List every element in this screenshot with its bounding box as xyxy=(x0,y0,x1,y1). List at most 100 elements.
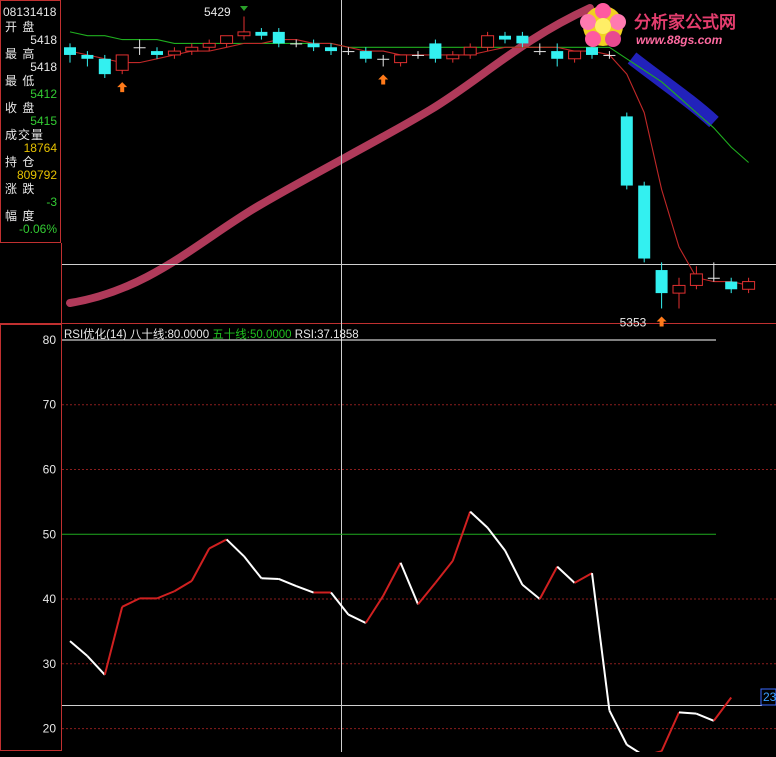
candle-body xyxy=(620,116,633,186)
quote-label: 开 盘 xyxy=(5,20,36,34)
candle xyxy=(481,31,495,52)
candle-body xyxy=(463,46,477,56)
quote-value: 809792 xyxy=(16,168,57,182)
quote-label: 涨 跌 xyxy=(5,182,36,196)
candle xyxy=(307,39,320,52)
quote-value: -0.06% xyxy=(18,222,57,236)
rsi-tick-label: 30 xyxy=(43,657,57,671)
candle-body xyxy=(185,46,199,52)
rsi-segment xyxy=(538,566,559,600)
rsi-tick-label: 70 xyxy=(43,398,57,412)
candle xyxy=(64,43,76,63)
candle-body xyxy=(412,54,424,56)
rsi-segment xyxy=(69,640,89,657)
rsi-segment xyxy=(521,584,541,600)
quote-label: 最 高 xyxy=(5,47,36,61)
candle-body xyxy=(603,54,616,56)
candle xyxy=(499,31,511,44)
candle xyxy=(742,277,756,294)
candle-body xyxy=(272,31,285,44)
rsi-tick-label: 20 xyxy=(43,722,57,736)
candle xyxy=(255,28,268,40)
candle-body xyxy=(237,31,251,37)
quote-label: 最 低 xyxy=(5,74,36,88)
quote-value: 5418 xyxy=(30,33,57,47)
quote-date: 08131418 xyxy=(3,5,57,19)
candle xyxy=(133,39,146,55)
rsi-segment xyxy=(696,712,715,722)
rsi-segment xyxy=(591,572,611,711)
rsi-param: 五十线:50.0000 xyxy=(212,327,294,341)
candle-body xyxy=(638,185,651,259)
candle xyxy=(533,43,546,55)
candle xyxy=(725,277,738,294)
rsi-segment xyxy=(626,743,645,757)
rsi-segment xyxy=(295,585,314,594)
rsi-segment xyxy=(399,562,419,605)
candle-body xyxy=(307,43,320,48)
candle-body xyxy=(551,51,564,59)
candle-body xyxy=(359,51,372,59)
sell-marker-icon xyxy=(240,6,248,11)
candle xyxy=(429,39,442,63)
candle-body xyxy=(394,54,408,64)
candle-body xyxy=(725,281,738,290)
rsi-segment xyxy=(364,595,385,624)
rsi-segment xyxy=(382,562,402,597)
rsi-segment xyxy=(469,510,489,529)
candle xyxy=(167,47,181,59)
logo-title: 分析家公式网 xyxy=(634,13,736,33)
rsi-segment xyxy=(208,538,228,550)
candle xyxy=(237,16,251,40)
candle-body xyxy=(167,50,181,56)
logo-flower-icon xyxy=(580,3,626,47)
rsi-segment xyxy=(86,655,106,676)
candle xyxy=(220,35,234,48)
candle-body xyxy=(220,35,234,44)
rsi-segment xyxy=(173,580,193,593)
trend-ribbon-red xyxy=(66,4,594,307)
rsi-tick-label: 80 xyxy=(43,333,57,347)
candle xyxy=(707,262,720,282)
rsi-title-row: RSI优化(14) 八十线:80.0000 五十线:50.0000 RSI:37… xyxy=(64,327,359,341)
candle-body xyxy=(64,47,76,55)
candle xyxy=(412,51,424,59)
rsi-segment xyxy=(556,565,576,584)
candle-body xyxy=(290,43,303,45)
quote-label: 收 盘 xyxy=(5,101,36,115)
quote-info-panel: 08131418 开 盘 5418 最 高 5418 最 低 5412 收 盘 5415 成交量… xyxy=(0,0,61,243)
rsi-segment xyxy=(451,511,472,562)
candle-body xyxy=(133,47,146,49)
candle xyxy=(672,277,686,309)
candle-body xyxy=(481,35,495,48)
candle-body xyxy=(499,35,511,40)
buy-arrow-icon xyxy=(117,82,128,93)
rsi-segment xyxy=(261,577,279,580)
candle-body xyxy=(707,277,720,279)
rsi-param: 八十线:80.0000 xyxy=(130,327,212,341)
quote-label: 持 仓 xyxy=(5,155,36,169)
candle xyxy=(325,43,337,55)
candle-body xyxy=(568,50,582,60)
candle xyxy=(377,54,390,67)
rsi-segment xyxy=(434,560,454,584)
candle-body xyxy=(533,51,546,53)
rsi-segment xyxy=(574,572,593,584)
candle-body xyxy=(98,58,111,75)
candle-body xyxy=(255,31,268,36)
logo-url: www.88gs.com xyxy=(636,33,723,47)
quote-label: 幅 度 xyxy=(5,209,36,223)
candle xyxy=(655,262,668,309)
candle-body xyxy=(325,47,337,52)
chart-stage: 5429 5353 80 70 60 50 40 30 20 23 RSI优化(14) 八十线:80… xyxy=(0,0,776,757)
quote-label: 成交量 xyxy=(5,128,45,142)
buy-arrow-icon xyxy=(378,74,389,85)
rsi-segment xyxy=(504,550,524,586)
rsi-segment xyxy=(678,711,697,715)
chart-canvas: 5429 5353 80 70 60 50 40 30 20 23 RSI优化(14) 八十线:80… xyxy=(0,0,776,757)
candle xyxy=(568,50,582,63)
quote-value: 5418 xyxy=(30,60,57,74)
candle xyxy=(151,47,163,59)
buy-arrow-icon xyxy=(656,316,667,327)
rsi-tick-label: 60 xyxy=(43,462,57,476)
